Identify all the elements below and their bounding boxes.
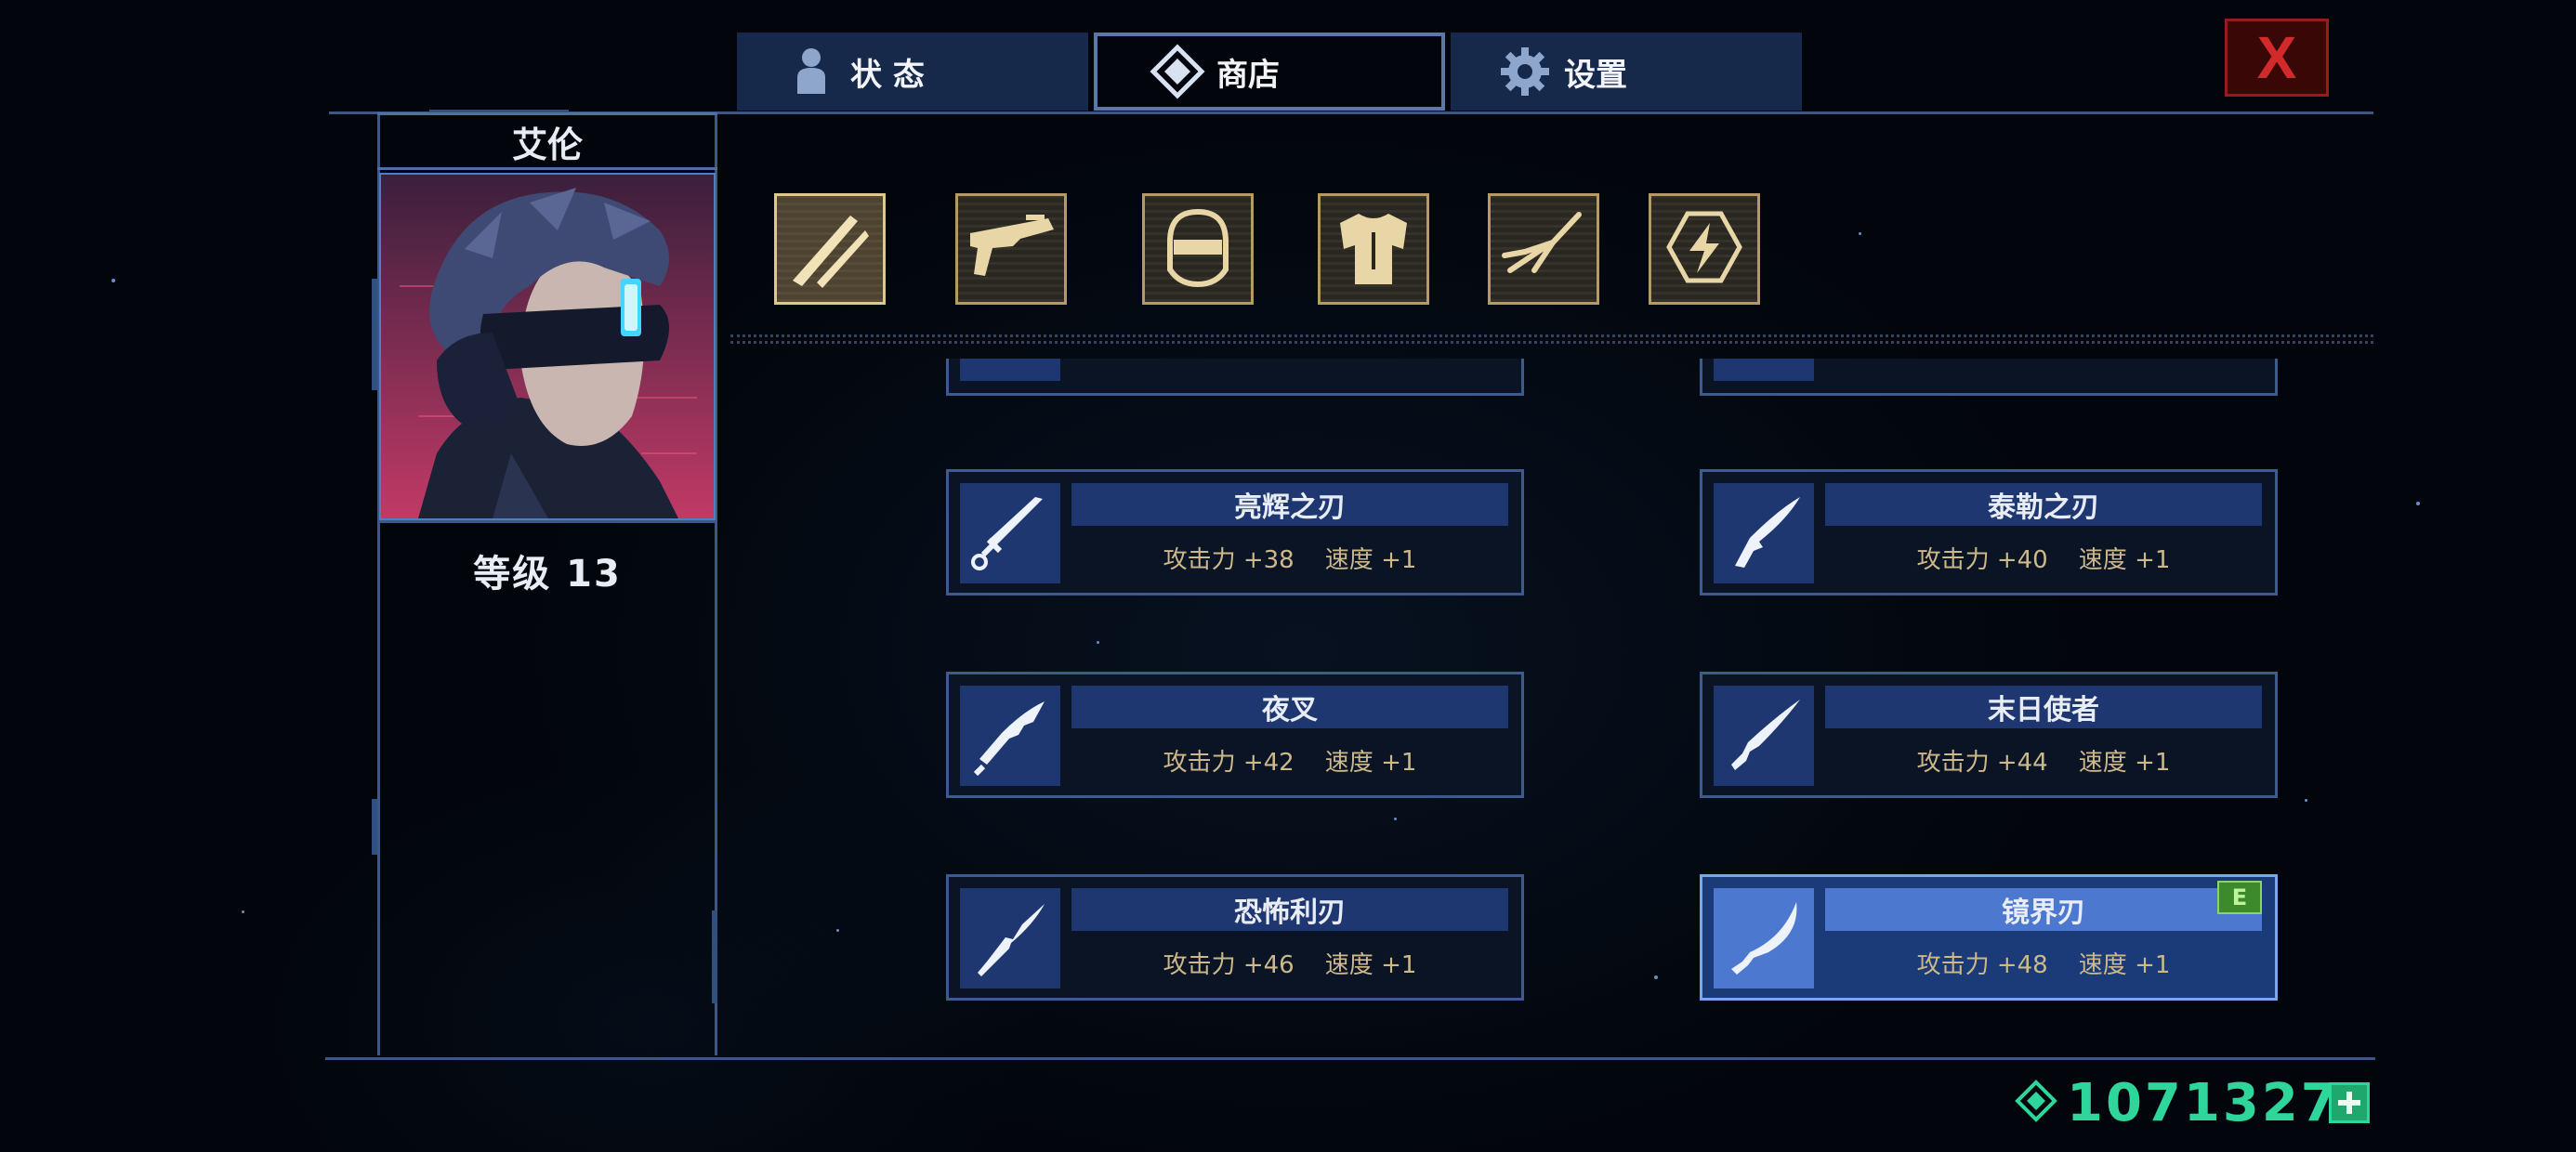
gun-icon	[965, 205, 1058, 293]
tab-label: 商店	[1216, 56, 1280, 94]
item-stats: 攻击力 +48 速度 +1	[1916, 951, 2171, 979]
item-card[interactable]: 末日使者 攻击力 +44 速度 +1	[1700, 672, 2278, 798]
diamond-icon	[1150, 44, 1205, 99]
sword-icon	[960, 686, 1060, 786]
gem-icon	[2015, 1080, 2057, 1126]
item-name: 镜界刃	[1825, 888, 2262, 931]
category-blades[interactable]	[774, 193, 886, 305]
item-card[interactable]: 泰勒之刃 攻击力 +40 速度 +1	[1700, 469, 2278, 596]
category-armor[interactable]	[1318, 193, 1429, 305]
sword-icon	[1714, 686, 1814, 786]
sword-icon	[1714, 483, 1814, 583]
currency-display: 1071327	[2015, 1070, 2370, 1135]
item-stats: 攻击力 +38 速度 +1	[1163, 546, 1417, 574]
tab-shop[interactable]: 商店	[1094, 33, 1445, 111]
sword-icon	[960, 483, 1060, 583]
list-item-partial[interactable]	[946, 359, 1524, 396]
add-currency-button[interactable]	[2328, 1082, 2370, 1123]
tab-label: 状 态	[850, 56, 925, 94]
close-icon: X	[2256, 24, 2297, 91]
character-name: 艾伦	[377, 112, 717, 170]
character-level: 等级 13	[473, 553, 622, 596]
sword-icon	[1714, 888, 1814, 988]
panel-accent	[372, 799, 377, 855]
item-card[interactable]: 夜叉 攻击力 +42 速度 +1	[946, 672, 1524, 798]
panel-accent	[712, 910, 717, 1003]
item-card[interactable]: 亮辉之刃 攻击力 +38 速度 +1	[946, 469, 1524, 596]
character-portrait	[379, 173, 716, 520]
close-button[interactable]: X	[2225, 19, 2329, 97]
claw-icon	[1497, 205, 1590, 293]
item-card[interactable]: 恐怖利刃 攻击力 +46 速度 +1	[946, 874, 1524, 1001]
person-icon	[783, 47, 839, 96]
currency-amount: 1071327	[2067, 1072, 2340, 1133]
armor-icon	[1331, 204, 1416, 294]
item-name: 亮辉之刃	[1071, 483, 1508, 526]
item-name: 泰勒之刃	[1825, 483, 2262, 526]
tab-settings[interactable]: 设置	[1451, 33, 1802, 111]
category-energy[interactable]	[1649, 193, 1760, 305]
plus-icon	[2337, 1092, 2360, 1114]
item-stats: 攻击力 +40 速度 +1	[1916, 546, 2171, 574]
item-stats: 攻击力 +46 速度 +1	[1163, 951, 1417, 979]
category-claws[interactable]	[1488, 193, 1599, 305]
item-name: 恐怖利刃	[1071, 888, 1508, 931]
helmet-icon	[1161, 204, 1235, 294]
item-stats: 攻击力 +42 速度 +1	[1163, 749, 1417, 777]
gear-icon	[1497, 46, 1553, 98]
tab-label: 设置	[1564, 56, 1627, 94]
sword-icon	[960, 888, 1060, 988]
item-card-selected[interactable]: 镜界刃 E 攻击力 +48 速度 +1	[1700, 874, 2278, 1001]
equipped-badge: E	[2217, 881, 2262, 914]
category-helmets[interactable]	[1142, 193, 1254, 305]
bottom-divider	[325, 1057, 2375, 1060]
level-divider	[377, 520, 717, 523]
category-divider	[730, 334, 2373, 344]
panel-accent	[372, 279, 377, 390]
item-stats: 攻击力 +44 速度 +1	[1916, 749, 2171, 777]
blades-icon	[785, 203, 874, 295]
category-guns[interactable]	[955, 193, 1067, 305]
item-name: 末日使者	[1825, 686, 2262, 728]
tab-bar: 状 态 商店 设置	[737, 33, 1802, 111]
list-item-partial[interactable]	[1700, 359, 2278, 396]
item-name: 夜叉	[1071, 686, 1508, 728]
tab-status[interactable]: 状 态	[737, 33, 1088, 111]
energy-icon	[1662, 204, 1747, 294]
